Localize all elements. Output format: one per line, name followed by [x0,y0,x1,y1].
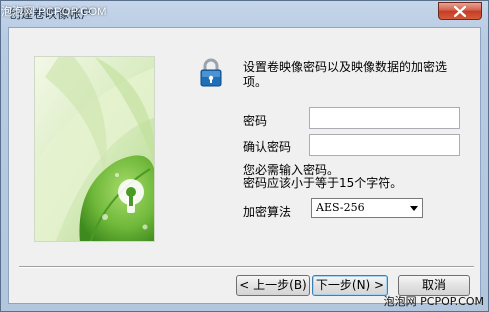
close-button[interactable] [438,2,482,20]
password-label: 密码 [243,114,268,128]
confirm-password-label: 确认密码 [243,140,292,154]
algorithm-label: 加密算法 [243,205,292,219]
lock-icon [200,58,222,88]
divider [19,266,474,268]
chevron-down-icon [410,206,418,211]
password-field[interactable] [309,107,460,129]
note-length: 密码应该小于等于15个字符。 [243,176,403,190]
description-text: 设置卷映像密码以及映像数据的加密选项。 [243,60,448,89]
dialog-window: 创建卷映像帐户 泡泡网 PCPOP.COM 设置卷映像密码以及映像数据的加密选项… [0,0,489,312]
algorithm-value: AES-256 [316,201,365,214]
watermark-top: 泡泡网 PCPOP.COM [1,6,107,18]
next-button[interactable]: 下一步(N) > [312,275,388,296]
dialog-body: 设置卷映像密码以及映像数据的加密选项。 密码 确认密码 您必需输入密码。 密码应… [8,27,481,304]
back-button[interactable]: < 上一步(B) [236,275,310,296]
algorithm-select[interactable]: AES-256 [311,198,423,218]
close-icon [454,6,466,17]
wizard-illustration [34,56,155,242]
title-bar[interactable]: 创建卷映像帐户 泡泡网 PCPOP.COM [1,1,488,27]
watermark-bottom: 泡泡网 PCPOP.COM [383,295,484,308]
confirm-password-field[interactable] [309,134,460,156]
